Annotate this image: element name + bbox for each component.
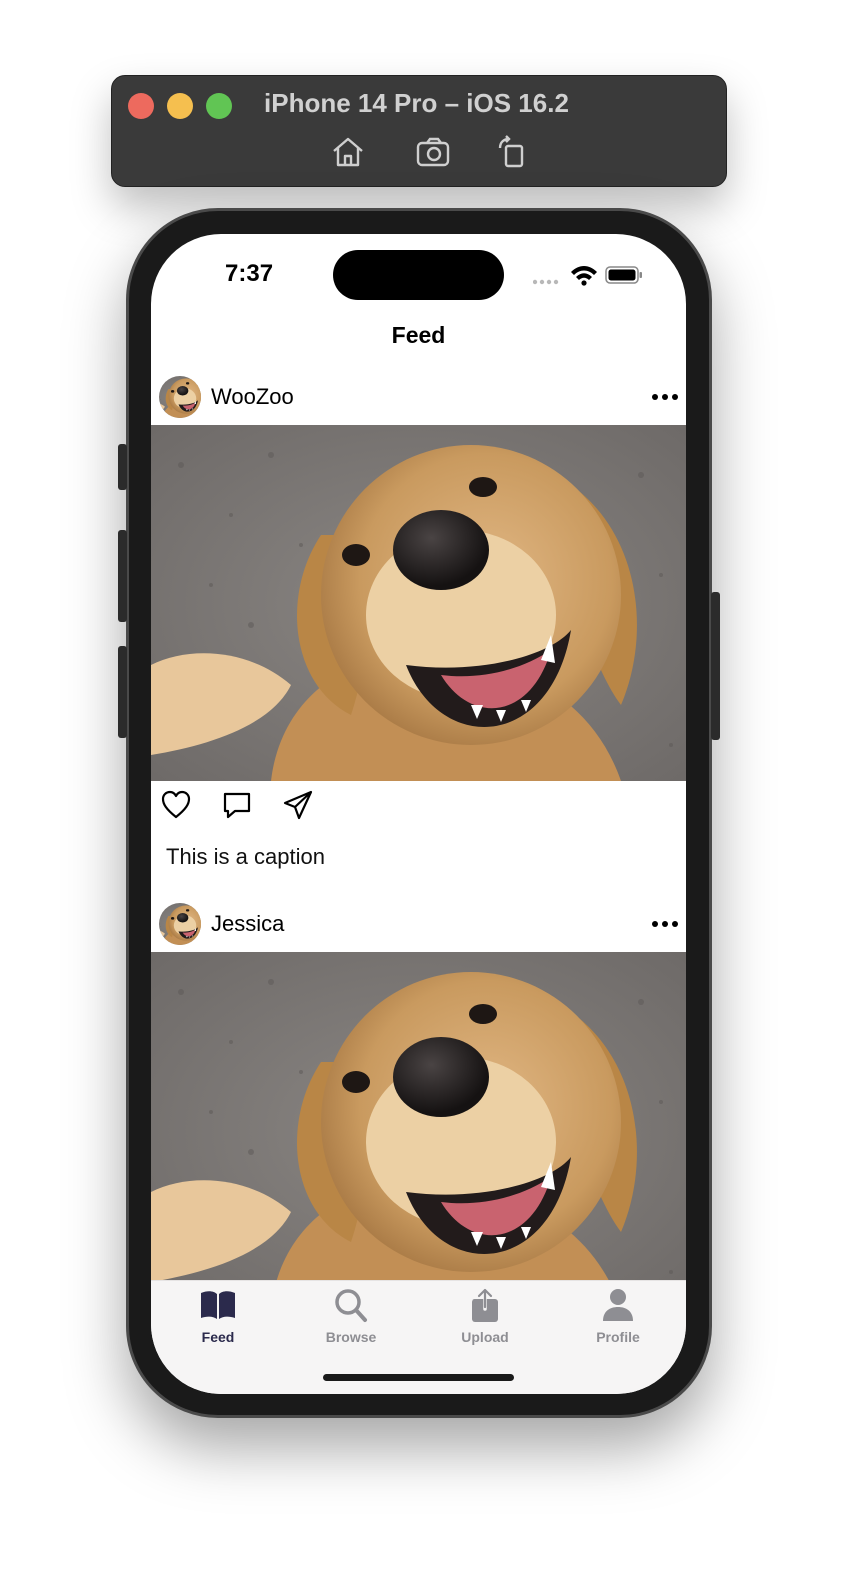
tab-profile[interactable]: Profile [568,1287,668,1357]
tab-label: Upload [461,1329,509,1345]
tab-label: Feed [201,1329,235,1345]
battery-icon [605,266,642,284]
post-actions [151,781,686,831]
minimize-window-button[interactable] [167,93,193,119]
more-options-icon[interactable] [652,390,678,404]
tab-feed[interactable]: Feed [168,1287,268,1357]
home-indicator[interactable] [323,1374,514,1381]
comment-icon[interactable] [221,789,253,821]
signal-icon [532,279,559,285]
zoom-window-button[interactable] [206,93,232,119]
simulator-window: iPhone 14 Pro – iOS 16.2 [111,75,727,187]
post-header: Jessica [151,897,686,951]
power-button [711,592,720,740]
more-options-icon[interactable] [652,917,678,931]
post-image[interactable] [151,952,686,1308]
page-title: Feed [391,322,446,348]
tab-label: Profile [596,1329,640,1345]
tab-label: Browse [325,1329,377,1345]
post-image[interactable] [151,425,686,781]
rotate-icon[interactable] [492,134,532,170]
mute-switch [118,444,127,490]
dynamic-island [333,250,504,300]
status-time: 7:37 [225,260,274,287]
magnifier-icon [335,1289,367,1322]
send-icon[interactable] [282,789,314,821]
screenshot-icon[interactable] [414,134,454,170]
person-icon [603,1289,633,1321]
volume-down-button [118,646,127,738]
volume-up-button [118,530,127,622]
simulator-title: iPhone 14 Pro – iOS 16.2 [264,88,569,118]
tab-browse[interactable]: Browse [301,1287,401,1357]
tab-upload[interactable]: Upload [435,1287,535,1357]
post-caption: This is a caption [166,844,325,869]
post-username[interactable]: WooZoo [211,384,294,410]
status-icons [532,262,643,286]
post-username[interactable]: Jessica [211,911,284,937]
close-window-button[interactable] [128,93,154,119]
book-icon [201,1291,235,1319]
wifi-icon [571,266,597,286]
home-icon[interactable] [328,134,368,170]
phone-screen: 7:37 Feed WooZoo This is a caption Jessi… [151,234,686,1394]
avatar[interactable] [159,903,201,945]
heart-icon[interactable] [160,789,192,821]
post-header: WooZoo [151,370,686,424]
avatar[interactable] [159,376,201,418]
upload-icon [472,1287,498,1322]
